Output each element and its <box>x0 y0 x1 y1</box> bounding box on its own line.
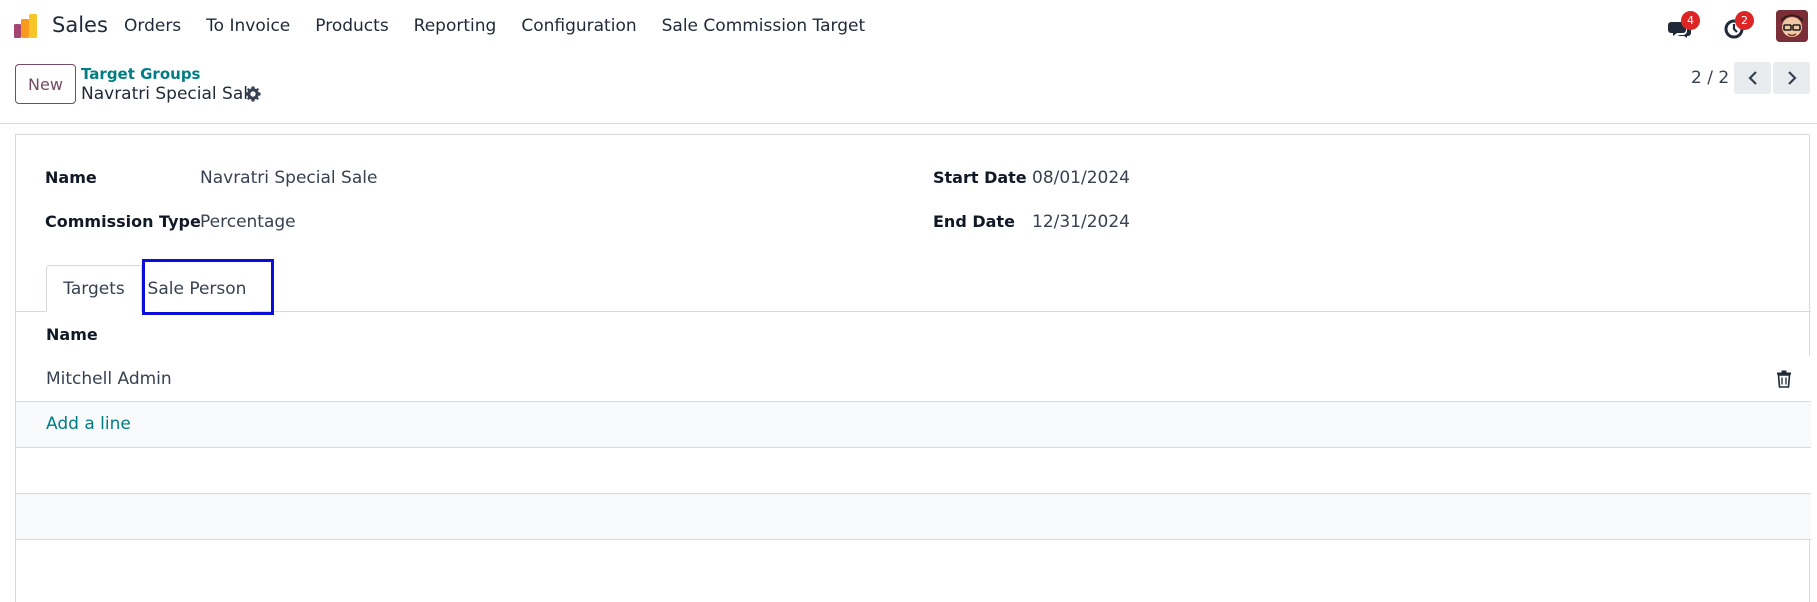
menu-item-to-invoice[interactable]: To Invoice <box>206 16 290 36</box>
name-label: Name <box>45 168 97 187</box>
start-date-field[interactable]: 08/01/2024 <box>1032 168 1130 188</box>
control-panel: New Target Groups Navratri Special Sale … <box>0 54 1817 124</box>
empty-row <box>16 494 1811 540</box>
end-date-label: End Date <box>933 212 1015 231</box>
pager-next-button[interactable] <box>1773 62 1810 94</box>
tab-targets-label: Targets <box>63 279 125 299</box>
commission-type-label: Commission Type <box>45 212 201 231</box>
menu-item-products[interactable]: Products <box>315 16 388 36</box>
messages-button[interactable]: 4 <box>1668 11 1700 40</box>
pager-previous-button[interactable] <box>1734 62 1771 94</box>
activities-button[interactable]: 2 <box>1722 11 1754 40</box>
gear-icon[interactable] <box>244 85 262 103</box>
tab-sale-person-label: Sale Person <box>147 278 247 299</box>
menu-item-sale-commission-target[interactable]: Sale Commission Target <box>662 16 866 36</box>
tab-sale-person[interactable]: Sale Person <box>143 265 251 312</box>
end-date-field[interactable]: 12/31/2024 <box>1032 212 1130 232</box>
activities-badge: 2 <box>1735 11 1754 30</box>
chevron-left-icon <box>1747 71 1757 85</box>
breadcrumb-target-groups[interactable]: Target Groups <box>81 65 200 83</box>
menu-item-configuration[interactable]: Configuration <box>521 16 636 36</box>
name-field[interactable]: Navratri Special Sale <box>200 168 377 188</box>
row-name-cell[interactable]: Mitchell Admin <box>46 369 172 389</box>
user-avatar[interactable] <box>1776 10 1808 42</box>
app-logo-icon[interactable] <box>13 14 41 40</box>
start-date-label: Start Date <box>933 168 1027 187</box>
column-header-name[interactable]: Name <box>46 325 98 344</box>
tabs-divider <box>16 311 1811 312</box>
add-line-link[interactable]: Add a line <box>46 414 131 434</box>
new-button[interactable]: New <box>15 64 76 104</box>
menu-item-reporting[interactable]: Reporting <box>414 16 497 36</box>
form-sheet: Name Navratri Special Sale Commission Ty… <box>15 134 1811 602</box>
menu-item-orders[interactable]: Orders <box>124 16 181 36</box>
breadcrumb-current-record: Navratri Special Sale <box>81 84 259 104</box>
avatar-image <box>1776 10 1808 42</box>
messages-badge: 4 <box>1681 11 1700 30</box>
main-menu: Orders To Invoice Products Reporting Con… <box>124 16 890 36</box>
tab-targets[interactable]: Targets <box>46 265 142 312</box>
app-name[interactable]: Sales <box>52 13 108 37</box>
add-line-row: Add a line <box>16 402 1811 448</box>
chevron-right-icon <box>1787 71 1797 85</box>
table-row[interactable]: Mitchell Admin <box>16 356 1811 402</box>
top-navbar: Sales Orders To Invoice Products Reporti… <box>0 0 1817 54</box>
trash-icon[interactable] <box>1776 370 1792 388</box>
pager-value[interactable]: 2 / 2 <box>1691 68 1729 88</box>
empty-row <box>16 448 1811 494</box>
commission-type-field[interactable]: Percentage <box>200 212 296 232</box>
